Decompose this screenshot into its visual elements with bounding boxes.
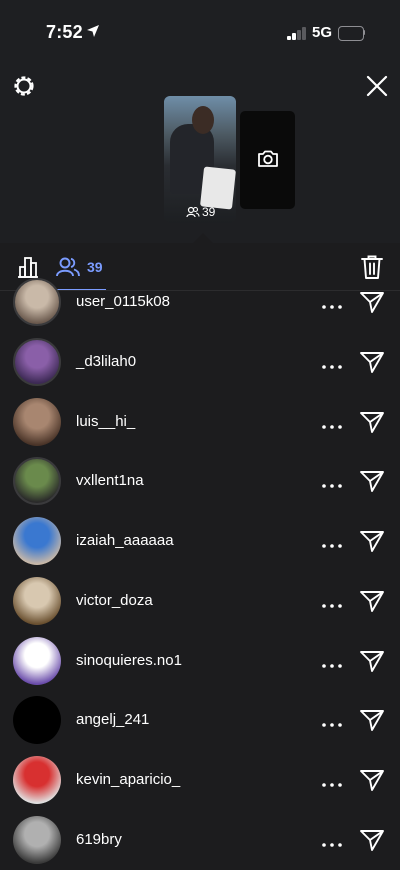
more-horizontal-icon[interactable] bbox=[319, 776, 345, 787]
viewer-username[interactable]: kevin_aparicio_ bbox=[76, 771, 180, 788]
send-icon[interactable] bbox=[359, 469, 385, 493]
viewer-username[interactable]: _d3lilah0 bbox=[76, 353, 136, 370]
send-icon[interactable] bbox=[359, 410, 385, 434]
more-horizontal-icon[interactable] bbox=[319, 537, 345, 548]
avatar[interactable] bbox=[13, 517, 61, 565]
avatar[interactable] bbox=[13, 338, 61, 386]
viewer-list: user_0115k08 _d3lilah0 luis__hi_ vxllent1na… bbox=[0, 0, 400, 870]
avatar[interactable] bbox=[13, 816, 61, 864]
viewer-username[interactable]: user_0115k08 bbox=[76, 293, 170, 310]
viewer-row[interactable]: sinoquieres.no1 bbox=[0, 631, 400, 691]
more-horizontal-icon[interactable] bbox=[319, 298, 345, 309]
send-icon[interactable] bbox=[359, 708, 385, 732]
avatar[interactable] bbox=[13, 278, 61, 326]
viewer-username[interactable]: sinoquieres.no1 bbox=[76, 652, 182, 669]
avatar[interactable] bbox=[13, 577, 61, 625]
viewer-username[interactable]: victor_doza bbox=[76, 592, 153, 609]
send-icon[interactable] bbox=[359, 589, 385, 613]
viewer-username[interactable]: luis__hi_ bbox=[76, 413, 135, 430]
viewer-username[interactable]: 619bry bbox=[76, 831, 122, 848]
more-horizontal-icon[interactable] bbox=[319, 418, 345, 429]
more-horizontal-icon[interactable] bbox=[319, 358, 345, 369]
more-horizontal-icon[interactable] bbox=[319, 597, 345, 608]
viewer-username[interactable]: izaiah_aaaaaa bbox=[76, 532, 174, 549]
avatar[interactable] bbox=[13, 457, 61, 505]
avatar[interactable] bbox=[13, 756, 61, 804]
viewer-row[interactable]: user_0115k08 bbox=[0, 272, 400, 332]
viewer-username[interactable]: vxllent1na bbox=[76, 472, 144, 489]
send-icon[interactable] bbox=[359, 649, 385, 673]
viewer-row[interactable]: kevin_aparicio_ bbox=[0, 750, 400, 810]
send-icon[interactable] bbox=[359, 828, 385, 852]
more-horizontal-icon[interactable] bbox=[319, 657, 345, 668]
viewer-row[interactable]: luis__hi_ bbox=[0, 392, 400, 452]
avatar[interactable] bbox=[13, 398, 61, 446]
more-horizontal-icon[interactable] bbox=[319, 716, 345, 727]
send-icon[interactable] bbox=[359, 350, 385, 374]
more-horizontal-icon[interactable] bbox=[319, 477, 345, 488]
avatar[interactable] bbox=[13, 696, 61, 744]
more-horizontal-icon[interactable] bbox=[319, 836, 345, 847]
viewer-row[interactable]: angelj_241 bbox=[0, 690, 400, 750]
send-icon[interactable] bbox=[359, 290, 385, 314]
viewer-row[interactable]: _d3lilah0 bbox=[0, 332, 400, 392]
send-icon[interactable] bbox=[359, 529, 385, 553]
send-icon[interactable] bbox=[359, 768, 385, 792]
viewer-row[interactable]: izaiah_aaaaaa bbox=[0, 511, 400, 571]
avatar[interactable] bbox=[13, 637, 61, 685]
viewer-row[interactable]: 619bry bbox=[0, 810, 400, 870]
viewer-row[interactable]: victor_doza bbox=[0, 571, 400, 631]
viewer-row[interactable]: vxllent1na bbox=[0, 451, 400, 511]
viewer-username[interactable]: angelj_241 bbox=[76, 711, 149, 728]
